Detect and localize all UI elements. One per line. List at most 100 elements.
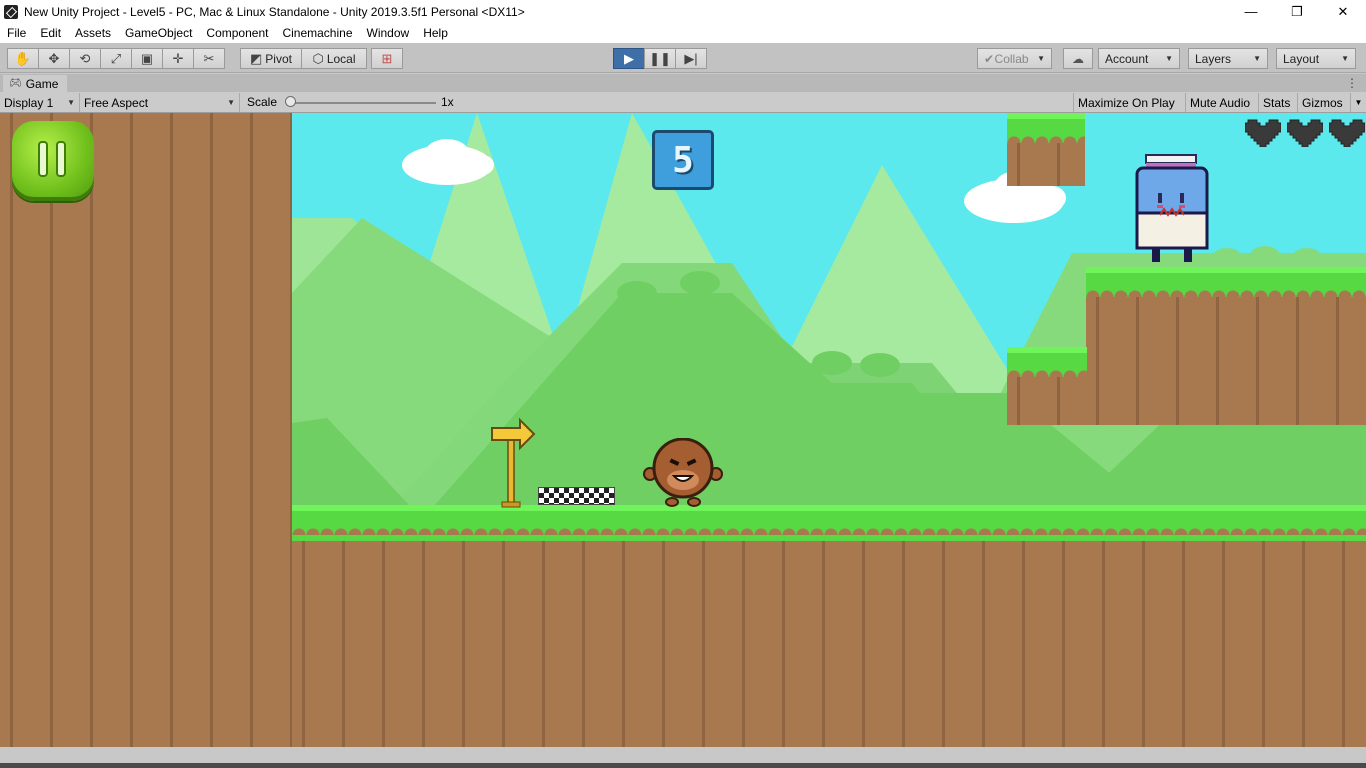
- local-icon: ⬡: [312, 50, 324, 66]
- chevron-down-icon: ▼: [227, 98, 235, 107]
- pause-icon-bar-right: [56, 141, 66, 177]
- scale-label: Scale: [247, 95, 278, 109]
- main-ground-grass: [292, 505, 1366, 541]
- chevron-down-icon: ▼: [1253, 54, 1261, 63]
- unity-logo-icon: [4, 4, 18, 19]
- heart-icon: [1287, 119, 1323, 147]
- menu-file[interactable]: File: [0, 26, 33, 40]
- menu-cinemachine[interactable]: Cinemachine: [275, 26, 359, 40]
- bush-5: [1212, 248, 1242, 268]
- menu-gameobject[interactable]: GameObject: [118, 26, 199, 40]
- account-dropdown[interactable]: Account ▼: [1098, 48, 1180, 69]
- menu-window[interactable]: Window: [360, 26, 417, 40]
- hand-icon: ✋: [14, 50, 32, 66]
- game-view-options: Display 1 ▼ Free Aspect ▼ Scale 1x Maximiz…: [0, 92, 1366, 113]
- transform-icon: ✛: [172, 50, 184, 66]
- bush-7: [1292, 248, 1322, 268]
- player-character: [643, 438, 723, 507]
- layout-dropdown[interactable]: Layout ▼: [1276, 48, 1356, 69]
- snap-icon: ⊞: [381, 50, 393, 66]
- move-tool-button[interactable]: ✥: [38, 48, 70, 69]
- rect-icon: ▣: [140, 50, 154, 66]
- bush-3: [812, 351, 852, 375]
- step-button[interactable]: ▶|: [675, 48, 707, 69]
- close-button[interactable]: ✕: [1320, 0, 1366, 23]
- scale-icon: ⤢: [110, 50, 122, 66]
- local-label: Local: [326, 51, 356, 66]
- collab-dropdown[interactable]: ✔ Collab ▼: [977, 48, 1052, 69]
- chevron-down-icon: ▼: [1341, 54, 1349, 63]
- signpost-arrow: [491, 417, 536, 508]
- menu-edit[interactable]: Edit: [33, 26, 68, 40]
- tab-game[interactable]: 🎮︎ Game: [3, 75, 67, 92]
- menu-help[interactable]: Help: [416, 26, 455, 40]
- maximize-on-play-toggle[interactable]: Maximize On Play: [1073, 93, 1179, 112]
- chevron-down-icon: ▼: [1165, 54, 1173, 63]
- aspect-dropdown[interactable]: Free Aspect ▼: [80, 93, 240, 112]
- transform-tool-button[interactable]: ✛: [162, 48, 194, 69]
- gizmos-toggle[interactable]: Gizmos: [1297, 93, 1347, 112]
- bush-1: [617, 281, 657, 305]
- account-label: Account: [1105, 51, 1149, 66]
- local-toggle[interactable]: ⬡ Local: [301, 48, 367, 69]
- window-controls: — ❐ ✕: [1228, 0, 1366, 23]
- heart-icon: [1329, 119, 1365, 147]
- layout-label: Layout: [1283, 51, 1320, 66]
- hand-tool-button[interactable]: ✋: [7, 48, 39, 69]
- heart-icon: [1245, 119, 1281, 147]
- aspect-label: Free Aspect: [84, 95, 149, 110]
- menu-component[interactable]: Component: [199, 26, 275, 40]
- tab-menu-icon[interactable]: ⋮: [1346, 76, 1358, 90]
- pause-icon: ❚❚: [649, 50, 671, 66]
- score-block: 5: [652, 130, 714, 190]
- layers-label: Layers: [1195, 51, 1232, 66]
- stats-toggle[interactable]: Stats: [1258, 93, 1294, 112]
- scale-tool-button[interactable]: ⤢: [100, 48, 132, 69]
- bush-2: [680, 271, 720, 295]
- maximize-button[interactable]: ❐: [1274, 0, 1320, 23]
- gamepad-icon: 🎮︎: [9, 78, 22, 89]
- display-dropdown[interactable]: Display 1 ▼: [0, 93, 80, 112]
- step-platform: [1007, 347, 1087, 425]
- tab-game-label: Game: [25, 76, 59, 91]
- pause-editor-button[interactable]: ❚❚: [644, 48, 676, 69]
- gizmos-dropdown-arrow[interactable]: ▼: [1350, 93, 1366, 112]
- bush-6: [1250, 246, 1280, 266]
- main-toolbar: ✋ ✥ ⟲ ⤢ ▣ ✛ ✂ ◩ Pivot ⬡ Local ⊞ ▶ ❚❚ ▶| ✔ C…: [0, 43, 1366, 73]
- play-button[interactable]: ▶: [613, 48, 645, 69]
- scale-value: 1x: [441, 95, 454, 109]
- pause-icon-bar-left: [38, 141, 48, 177]
- pivot-controls: ◩ Pivot ⬡ Local ⊞: [240, 48, 403, 69]
- lives-hearts: [1245, 117, 1365, 147]
- mute-audio-toggle[interactable]: Mute Audio: [1185, 93, 1254, 112]
- custom-tool-icon: ✂: [203, 50, 215, 66]
- menu-assets[interactable]: Assets: [68, 26, 118, 40]
- hanging-platform: [1007, 113, 1085, 186]
- step-icon: ▶|: [684, 50, 698, 66]
- transform-tools: ✋ ✥ ⟲ ⤢ ▣ ✛ ✂: [7, 48, 225, 69]
- cloud-button[interactable]: ☁: [1063, 48, 1093, 69]
- layers-dropdown[interactable]: Layers ▼: [1188, 48, 1268, 69]
- game-viewport[interactable]: 5: [0, 113, 1366, 747]
- enemy-milk-carton: [1135, 154, 1209, 262]
- snap-toggle[interactable]: ⊞: [371, 48, 403, 69]
- scale-slider-thumb[interactable]: [285, 96, 296, 107]
- menu-bar: File Edit Assets GameObject Component Ci…: [0, 23, 1366, 43]
- rect-tool-button[interactable]: ▣: [131, 48, 163, 69]
- rotate-tool-button[interactable]: ⟲: [69, 48, 101, 69]
- pivot-toggle[interactable]: ◩ Pivot: [240, 48, 302, 69]
- main-ground: [292, 505, 1366, 747]
- custom-tool-button[interactable]: ✂: [193, 48, 225, 69]
- upper-platform-grass: [1086, 267, 1366, 297]
- play-controls: ▶ ❚❚ ▶|: [613, 48, 707, 69]
- cloud-icon: ☁: [1072, 51, 1084, 66]
- collab-group: ✔ Collab ▼ ☁ Account ▼ Layers ▼ Layout ▼: [977, 48, 1356, 69]
- play-icon: ▶: [624, 50, 634, 66]
- bush-4: [860, 353, 900, 377]
- pause-button[interactable]: [12, 121, 94, 201]
- minimize-button[interactable]: —: [1228, 0, 1274, 23]
- game-tab-bar: 🎮︎ Game ⋮: [0, 74, 1366, 92]
- chevron-down-icon: ▼: [67, 98, 75, 107]
- scale-slider-track[interactable]: [290, 102, 436, 104]
- collab-label: Collab: [994, 51, 1029, 66]
